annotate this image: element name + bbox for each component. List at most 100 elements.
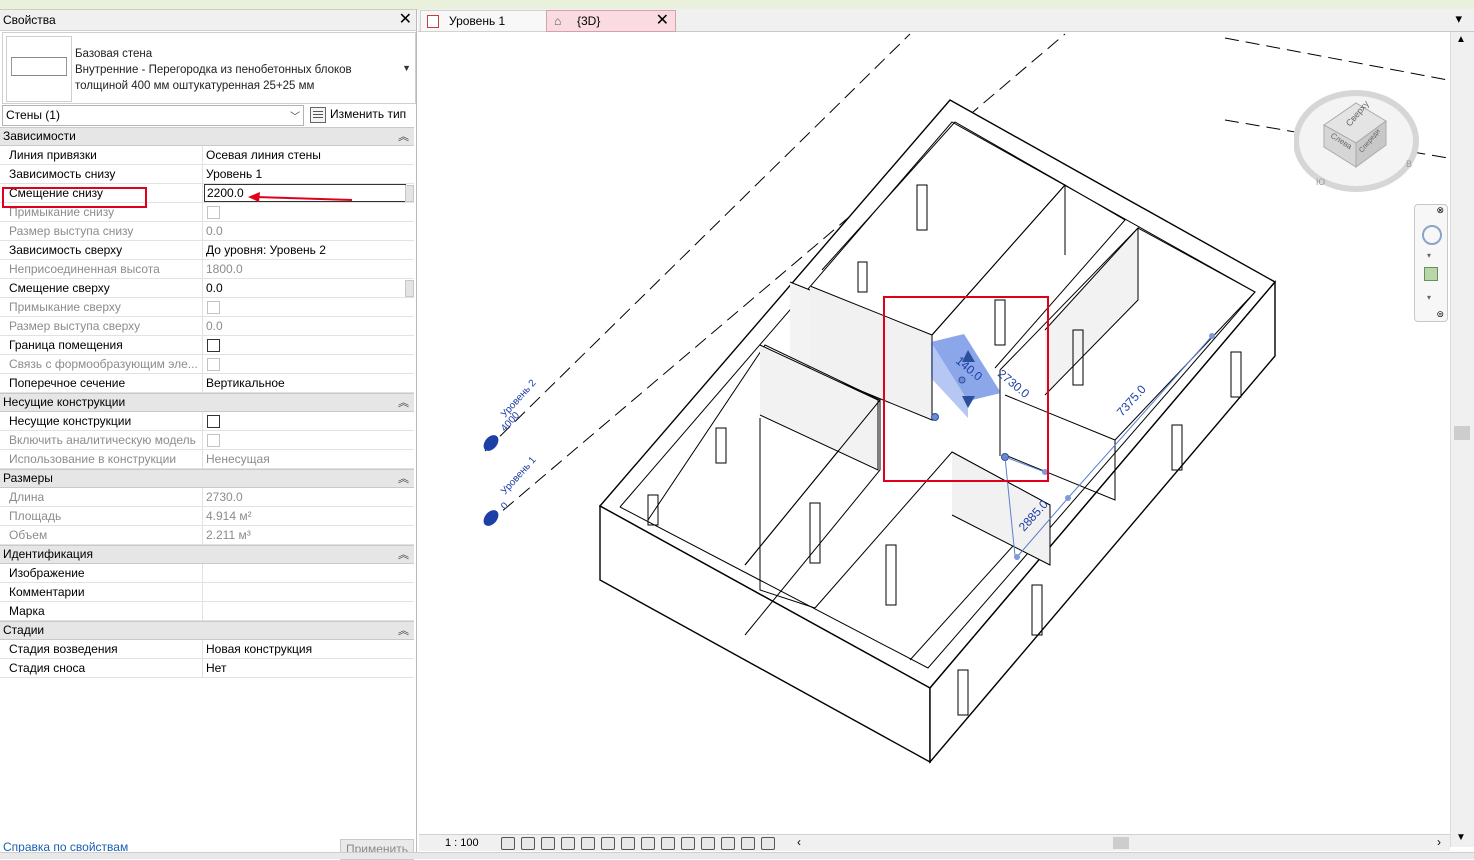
view-scale[interactable]: 1 : 100 [445, 837, 479, 849]
close-icon[interactable]: ⊗ [1436, 205, 1444, 216]
property-row: Объем 2.211 м³ [0, 526, 414, 545]
chevron-down-icon[interactable]: ▼ [402, 63, 411, 73]
shadows-icon[interactable] [561, 837, 575, 850]
properties-header: Свойства ✕ [0, 10, 416, 31]
temp-hide-icon[interactable] [661, 837, 675, 850]
section-header[interactable]: Размеры ︽ [0, 469, 414, 488]
property-row[interactable]: Зависимость сверху До уровня: Уровень 2 [0, 241, 414, 260]
instance-filter-dropdown[interactable]: Стены (1) ﹀ [2, 105, 304, 126]
property-value: Осевая линия стены [206, 148, 321, 162]
section-title: Размеры [3, 471, 53, 485]
wall-type-thumbnail [6, 36, 72, 102]
render-icon[interactable] [581, 837, 595, 850]
collapse-icon[interactable]: ︽ [398, 128, 409, 144]
property-row: Использование в конструкции Ненесущая [0, 450, 414, 469]
chevron-down-icon[interactable]: ▾ [1427, 293, 1431, 302]
property-name: Граница помещения [9, 338, 123, 352]
visual-style-icon[interactable] [521, 837, 535, 850]
level-1-elev: 0 [499, 500, 511, 512]
property-checkbox [207, 434, 220, 447]
property-row[interactable]: Граница помещения [0, 336, 414, 355]
property-row[interactable]: Зависимость снизу Уровень 1 [0, 165, 414, 184]
property-row[interactable]: Комментарии [0, 583, 414, 602]
property-name: Комментарии [9, 585, 85, 599]
highlight-displacement-icon[interactable] [741, 837, 755, 850]
section-title: Идентификация [3, 547, 93, 561]
property-name: Зависимость сверху [9, 243, 123, 257]
properties-title: Свойства [3, 13, 56, 27]
property-name: Размер выступа сверху [9, 319, 141, 333]
property-checkbox[interactable] [207, 339, 220, 352]
chevron-down-icon: ﹀ [290, 112, 300, 123]
scroll-right-icon[interactable]: › [1437, 835, 1441, 849]
close-icon[interactable]: ✕ [656, 11, 669, 31]
collapse-icon[interactable]: ︽ [398, 546, 409, 562]
property-row[interactable]: Несущие конструкции [0, 412, 414, 431]
highlight-box [2, 187, 147, 208]
property-name: Площадь [9, 509, 62, 523]
field-scrollbar [405, 185, 414, 202]
section-header[interactable]: Зависимости ︽ [0, 127, 414, 146]
vertical-scrollbar[interactable]: ▲ ▼ [1450, 32, 1474, 847]
zoom-icon[interactable] [1424, 267, 1438, 281]
analytical-model-icon[interactable] [721, 837, 735, 850]
property-row[interactable]: Поперечное сечение Вертикальное [0, 374, 414, 393]
property-name: Марка [9, 604, 45, 618]
sun-path-icon[interactable] [541, 837, 555, 850]
property-name: Связь с формообразующим эле... [9, 357, 198, 371]
property-checkbox[interactable] [207, 415, 220, 428]
scroll-down-icon[interactable]: ▼ [1456, 832, 1466, 843]
property-row[interactable]: Изображение [0, 564, 414, 583]
property-name: Стадия возведения [9, 642, 118, 656]
type-name: Базовая стена Внутренние - Перегородка и… [75, 46, 352, 94]
property-row[interactable]: Стадия сноса Нет [0, 659, 414, 678]
scroll-up-icon[interactable]: ▲ [1456, 34, 1466, 45]
property-row[interactable]: Линия привязки Осевая линия стены [0, 146, 414, 165]
section-header[interactable]: Идентификация ︽ [0, 545, 414, 564]
horizontal-scroll-thumb[interactable] [1113, 837, 1129, 849]
property-name: Включить аналитическую модель [9, 433, 196, 447]
property-name: Несущие конструкции [9, 414, 132, 428]
temp-view-props-icon[interactable] [701, 837, 715, 850]
tab-3d[interactable]: ⌂ {3D} ✕ [546, 10, 676, 32]
collapse-icon[interactable]: ︽ [398, 470, 409, 486]
property-row[interactable]: Марка [0, 602, 414, 621]
crop-view-icon[interactable] [601, 837, 615, 850]
property-value: 0.0 [206, 319, 223, 333]
property-name: Зависимость снизу [9, 167, 116, 181]
detail-level-icon[interactable] [501, 837, 515, 850]
property-row: Размер выступа сверху 0.0 [0, 317, 414, 336]
scroll-left-icon[interactable]: ‹ [797, 835, 801, 849]
reveal-hidden-icon[interactable] [681, 837, 695, 850]
show-crop-icon[interactable] [621, 837, 635, 850]
section-header[interactable]: Стадии ︽ [0, 621, 414, 640]
lock-view-icon[interactable] [641, 837, 655, 850]
chevron-down-icon[interactable]: ▾ [1427, 251, 1431, 260]
edit-type-button[interactable]: Изменить тип [308, 104, 414, 125]
property-row[interactable]: Стадия возведения Новая конструкция [0, 640, 414, 659]
steering-wheel-icon[interactable] [1422, 225, 1442, 245]
scroll-thumb[interactable] [1454, 426, 1470, 440]
property-name: Размер выступа снизу [9, 224, 134, 238]
property-value: 2730.0 [206, 490, 243, 504]
level-2-name: Уровень 2 [499, 377, 539, 420]
close-icon[interactable]: ✕ [399, 10, 412, 30]
section-header[interactable]: Несущие конструкции ︽ [0, 393, 414, 412]
property-name: Примыкание сверху [9, 300, 121, 314]
viewcube[interactable]: Сверху Слева Спереди Ю В [1294, 85, 1424, 195]
collapse-icon[interactable]: ︽ [398, 622, 409, 638]
property-row: Связь с формообразующим эле... [0, 355, 414, 374]
options-icon[interactable]: ⊜ [1436, 309, 1444, 320]
annotation-arrow [248, 192, 353, 202]
section-title: Зависимости [3, 129, 76, 143]
field-scrollbar [405, 280, 414, 297]
reveal-constraints-icon[interactable] [761, 837, 775, 850]
property-row[interactable]: Смещение сверху 0.0 [0, 279, 414, 298]
property-value: 0.0 [206, 281, 223, 295]
type-selector[interactable]: Базовая стена Внутренние - Перегородка и… [2, 32, 416, 104]
tab-menu-icon[interactable]: ▾ [1455, 11, 1462, 27]
view-control-icons [501, 837, 781, 850]
property-row: Примыкание сверху [0, 298, 414, 317]
collapse-icon[interactable]: ︽ [398, 394, 409, 410]
tab-level-1[interactable]: Уровень 1 [420, 10, 547, 32]
